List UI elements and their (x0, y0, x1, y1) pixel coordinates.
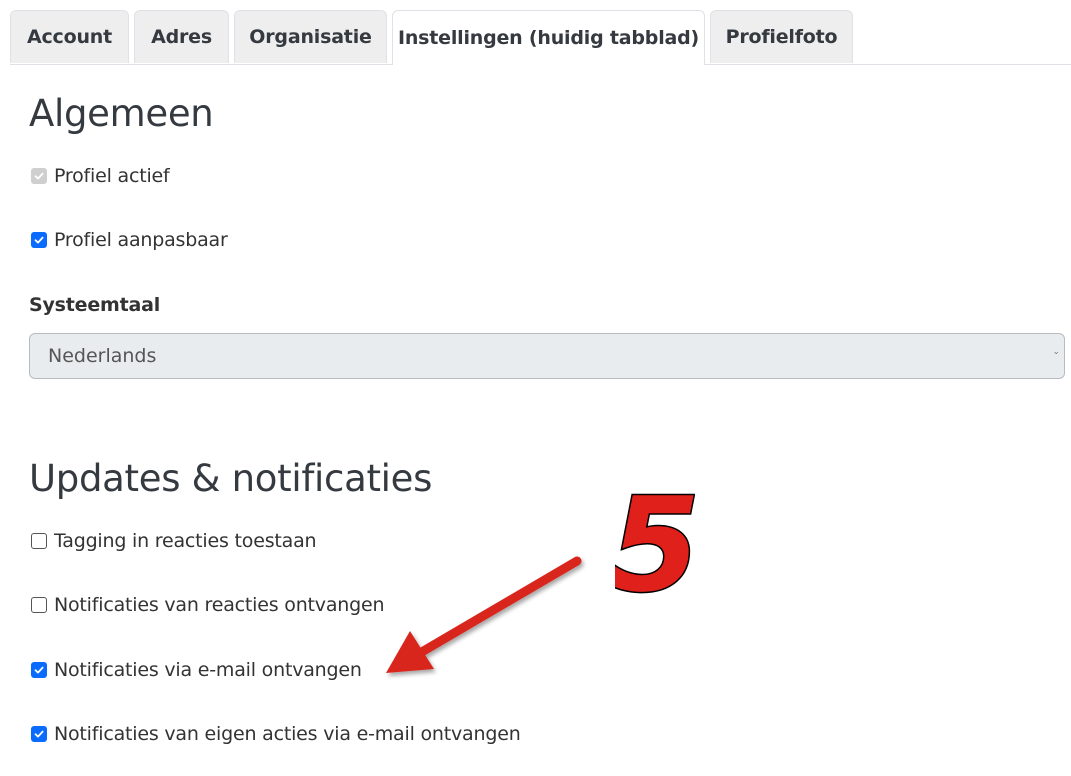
step-number-text: 5 (615, 480, 695, 600)
checkbox-checked-icon[interactable] (31, 232, 47, 248)
checkbox-checked-disabled-icon (31, 168, 47, 184)
profile-editable-checkbox-row[interactable]: Profiel aanpasbaar (31, 229, 228, 251)
checkbox-unchecked-icon[interactable] (31, 597, 47, 613)
tab-adres[interactable]: Adres (134, 10, 229, 63)
tagging-label: Tagging in reacties toestaan (54, 530, 317, 552)
email-notifications-label: Notificaties via e-mail ontvangen (54, 659, 362, 681)
tab-profielfoto[interactable]: Profielfoto (710, 10, 853, 63)
section-title-updates: Updates & notificaties (29, 457, 433, 500)
checkbox-unchecked-icon[interactable] (31, 533, 47, 549)
chevron-updown-icon: ⌄ (1052, 347, 1060, 357)
checkbox-checked-icon[interactable] (31, 726, 47, 742)
system-language-select[interactable]: Nederlands ⌄ (29, 333, 1065, 379)
tab-bar: Account Adres Organisatie Instellingen (… (10, 10, 1071, 65)
reaction-notifications-checkbox-row[interactable]: Notificaties van reacties ontvangen (31, 594, 385, 616)
system-language-value: Nederlands (48, 345, 157, 367)
step-number-annotation: 5 (615, 480, 695, 600)
tagging-checkbox-row[interactable]: Tagging in reacties toestaan (31, 530, 317, 552)
tab-instellingen[interactable]: Instellingen (huidig tabblad) (392, 10, 705, 65)
own-actions-email-label: Notificaties van eigen acties via e-mail… (54, 723, 521, 745)
profile-active-checkbox-row: Profiel actief (31, 165, 170, 187)
reaction-notifications-label: Notificaties van reacties ontvangen (54, 594, 385, 616)
profile-active-label: Profiel actief (54, 165, 170, 187)
red-arrow-icon (386, 556, 582, 673)
own-actions-email-checkbox-row[interactable]: Notificaties van eigen acties via e-mail… (31, 723, 521, 745)
system-language-label: Systeemtaal (29, 294, 161, 316)
checkbox-checked-icon[interactable] (31, 662, 47, 678)
tab-organisatie[interactable]: Organisatie (234, 10, 387, 63)
profile-editable-label: Profiel aanpasbaar (54, 229, 228, 251)
section-title-general: Algemeen (29, 92, 214, 135)
email-notifications-checkbox-row[interactable]: Notificaties via e-mail ontvangen (31, 659, 362, 681)
tab-account[interactable]: Account (10, 10, 129, 63)
